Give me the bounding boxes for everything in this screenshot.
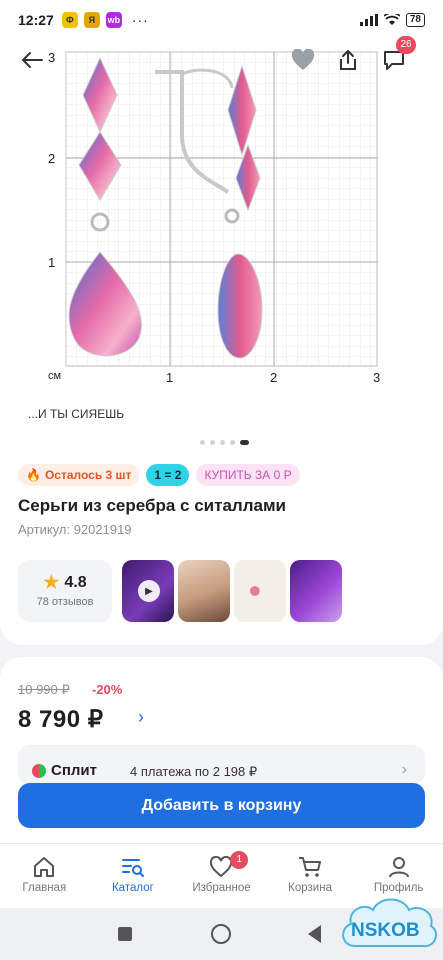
add-to-cart-button[interactable]: Добавить в корзину — [18, 783, 425, 828]
rating-box[interactable]: ★ 4.8 78 отзывов — [18, 560, 112, 622]
tab-favorites[interactable]: 1 Избранное — [177, 844, 266, 908]
cart-badge: 26 — [396, 36, 416, 54]
gallery-tagline: ...И ТЫ СИЯЕШЬ — [28, 407, 125, 421]
chevron-right-icon[interactable]: › — [138, 707, 144, 728]
product-chips: 🔥 Осталось 3 шт 1 = 2 КУПИТЬ ЗА 0 Р — [18, 464, 300, 486]
ruler-unit-label: см — [48, 370, 61, 382]
status-time: 12:27 — [18, 12, 54, 28]
profile-icon — [388, 857, 409, 878]
wifi-icon — [383, 14, 400, 25]
back-button[interactable] — [16, 44, 48, 76]
stock-chip: 🔥 Осталось 3 шт — [18, 464, 140, 486]
rating-value: ★ 4.8 — [18, 572, 112, 593]
share-button[interactable] — [332, 44, 364, 76]
split-icon — [32, 763, 46, 778]
fire-icon: 🔥 — [26, 468, 41, 482]
battery-indicator: 78 — [405, 13, 425, 27]
play-icon: ▶ — [138, 580, 160, 602]
ruler-x-tick: 2 — [270, 370, 277, 385]
status-indicators: 78 — [359, 13, 425, 27]
ruler-x-tick: 1 — [166, 370, 173, 385]
share-icon — [340, 49, 356, 70]
split-logo: Сплит — [32, 762, 97, 779]
nskob-watermark: NSKOB — [342, 898, 438, 948]
app-icon-wb: wb — [105, 12, 122, 28]
cart-shortcut-button[interactable]: 26 — [378, 36, 416, 76]
reviews-count: 78 отзывов — [36, 596, 94, 608]
split-logo-text: Сплит — [51, 762, 97, 779]
catalog-icon — [121, 859, 144, 877]
favorites-badge: 1 — [230, 851, 249, 869]
tab-home-label: Главная — [22, 882, 67, 894]
pagination-dot-active[interactable] — [240, 440, 249, 445]
review-photo-thumbnail[interactable] — [234, 560, 286, 622]
review-photo-thumbnail[interactable] — [178, 560, 230, 622]
product-gallery[interactable]: см 1 2 3 1 2 3 26 — [0, 36, 443, 390]
recents-button[interactable] — [118, 927, 132, 941]
review-media-strip: ▶ — [122, 560, 342, 622]
app-icon-yellow: Ф — [61, 12, 78, 28]
product-image: см 1 2 3 1 2 3 — [48, 50, 380, 385]
heart-icon — [291, 49, 315, 70]
product-title: Серьги из серебра с ситаллами — [18, 496, 286, 515]
product-card: см 1 2 3 1 2 3 26 ...И ТЫ СИЯЕШЬ 🔥 Остал… — [0, 36, 443, 645]
ruler-y-tick: 1 — [48, 255, 55, 270]
stock-chip-label: Осталось 3 шт — [44, 468, 132, 482]
review-video-thumbnail[interactable]: ▶ — [122, 560, 174, 622]
pagination-dot[interactable] — [210, 440, 215, 445]
home-button[interactable] — [211, 924, 231, 944]
rating-number: 4.8 — [64, 573, 87, 591]
discount-badge: -20% — [92, 682, 123, 697]
tab-home[interactable]: Главная — [0, 844, 89, 908]
arrow-left-icon — [21, 52, 43, 68]
status-bar: 12:27 Ф Я wb ··· 78 — [0, 0, 443, 40]
ruler-x-tick: 3 — [373, 370, 380, 385]
gallery-pagination — [200, 440, 249, 445]
favorite-button[interactable] — [287, 44, 319, 76]
review-photo-thumbnail[interactable] — [290, 560, 342, 622]
back-system-button[interactable] — [308, 925, 321, 943]
status-more-dots: ··· — [131, 12, 149, 28]
home-icon — [34, 857, 55, 877]
tab-catalog[interactable]: Каталог — [89, 844, 178, 908]
pagination-dot[interactable] — [200, 440, 205, 445]
tab-catalog-label: Каталог — [111, 882, 154, 894]
tab-cart-label: Корзина — [288, 882, 332, 894]
buy-free-chip[interactable]: КУПИТЬ ЗА 0 Р — [196, 464, 300, 486]
app-icon-gold: Я — [83, 12, 100, 28]
watermark-text: NSKOB — [351, 920, 420, 941]
tab-favorites-label: Избранное — [192, 882, 251, 894]
pagination-dot[interactable] — [230, 440, 235, 445]
split-payment-text: 4 платежа по 2 198 ₽ — [130, 764, 258, 779]
cart-icon — [299, 857, 322, 877]
product-sku: Артикул: 92021919 — [18, 522, 132, 537]
split-payment-banner[interactable]: Сплит 4 платежа по 2 198 ₽ › — [18, 745, 425, 785]
ruler-y-tick: 2 — [48, 151, 55, 166]
pagination-dot[interactable] — [220, 440, 225, 445]
ruler-y-tick: 3 — [48, 50, 55, 65]
promo-chip[interactable]: 1 = 2 — [146, 464, 190, 486]
chevron-right-icon: › — [401, 761, 407, 778]
current-price[interactable]: 8 790 ₽ — [18, 705, 104, 734]
signal-icon — [359, 14, 378, 26]
star-icon: ★ — [43, 572, 60, 592]
old-price: 10 990 ₽ — [18, 682, 70, 697]
